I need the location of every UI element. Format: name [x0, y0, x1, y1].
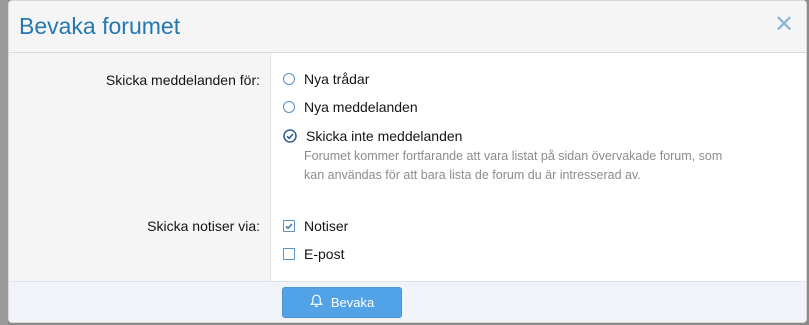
- dont-send-hint: Forumet kommer fortfarande att vara list…: [304, 149, 723, 182]
- label-column: Skicka meddelanden för: Skicka notiser v…: [9, 53, 271, 281]
- checkbox-notiser[interactable]: Notiser: [283, 218, 348, 234]
- send-via-label: Skicka notiser via:: [147, 218, 260, 234]
- watch-forum-dialog: Bevaka forumet ✕ Skicka meddelanden för:…: [8, 0, 807, 323]
- bell-icon: [309, 294, 323, 311]
- radio-label: Nya trådar: [304, 71, 370, 87]
- dialog-body: Skicka meddelanden för: Skicka notiser v…: [9, 53, 806, 281]
- dialog-title: Bevaka forumet: [19, 13, 181, 39]
- radio-button[interactable]: [283, 101, 295, 113]
- radio-label: Nya meddelanden: [304, 99, 418, 115]
- checkbox-email[interactable]: E-post: [283, 246, 344, 262]
- checkbox[interactable]: [283, 248, 295, 260]
- dialog-header: Bevaka forumet ✕: [9, 1, 806, 53]
- dialog-footer: Bevaka: [9, 281, 806, 322]
- radio-label: Skicka inte meddelanden: [306, 128, 463, 144]
- radio-new-messages[interactable]: Nya meddelanden: [283, 99, 418, 115]
- radio-button[interactable]: [283, 73, 295, 85]
- checkbox-checked-icon[interactable]: [283, 220, 295, 232]
- background-page: [0, 0, 8, 325]
- modal-overlay: Bevaka forumet ✕ Skicka meddelanden för:…: [8, 0, 809, 325]
- close-icon[interactable]: ✕: [774, 13, 794, 37]
- radio-dont-send[interactable]: Skicka inte meddelanden: [283, 128, 462, 144]
- watch-button[interactable]: Bevaka: [282, 287, 402, 318]
- checkbox-label: Notiser: [304, 218, 349, 234]
- notify-for-label: Skicka meddelanden för:: [105, 72, 260, 88]
- watch-button-label: Bevaka: [330, 295, 375, 310]
- checkbox-label: E-post: [304, 246, 345, 262]
- radio-checked-icon[interactable]: [283, 129, 297, 143]
- radio-new-threads[interactable]: Nya trådar: [283, 71, 369, 87]
